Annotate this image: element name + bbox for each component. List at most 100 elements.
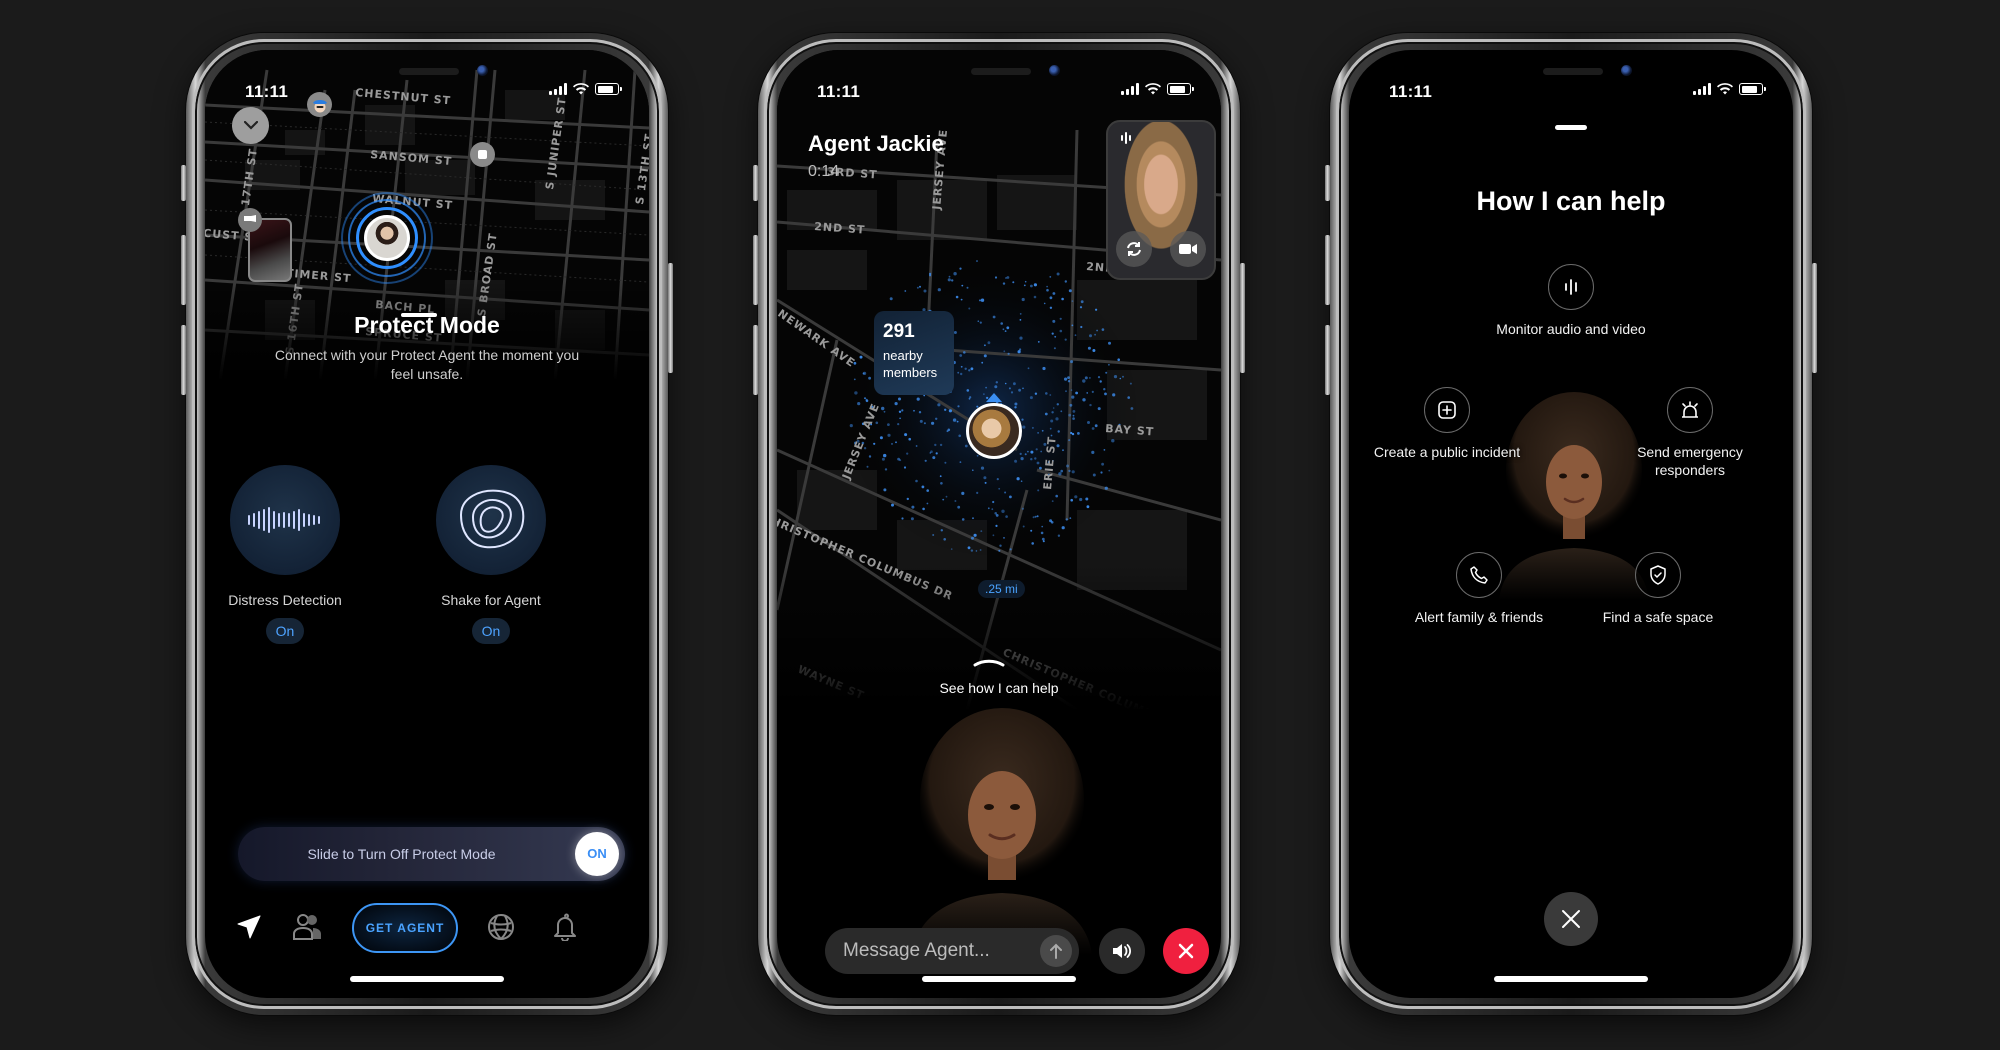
earpiece: [971, 68, 1031, 75]
message-field[interactable]: [825, 928, 1079, 974]
user-avatar: [364, 215, 410, 261]
showcase-stage: 11:11 Protect Mode Connect with your Pro…: [0, 0, 2000, 1050]
help-alert-family-friends[interactable]: Alert family & friends: [1404, 552, 1554, 626]
help-send-emergency-responders[interactable]: Send emergency responders: [1615, 387, 1765, 479]
status-time: 11:11: [245, 82, 289, 101]
user-location-avatar[interactable]: [966, 403, 1022, 459]
power-button: [1812, 263, 1817, 373]
incident-photo-pin[interactable]: [238, 208, 292, 282]
status-icons: [549, 83, 622, 95]
stop-icon: [478, 150, 487, 159]
notch: [1439, 50, 1703, 80]
help-item-label: Create a public incident: [1373, 444, 1521, 460]
home-indicator[interactable]: [922, 976, 1076, 982]
heading-arrow-icon: [986, 393, 1002, 402]
video-toggle-button[interactable]: [1170, 231, 1206, 267]
feature-shake-for-agent[interactable]: Shake for Agent On: [411, 465, 571, 644]
police-officer-icon: [312, 99, 327, 112]
find-safe-space-button[interactable]: [1635, 552, 1681, 598]
screen-agent-call: 11:11 Agent Jackie 0:14 291 nearby membe…: [777, 50, 1221, 998]
people-icon: [293, 914, 321, 940]
help-item-label: Find a safe space: [1602, 609, 1714, 625]
agent-video: [912, 708, 1092, 955]
sheet-handle[interactable]: [1555, 125, 1587, 130]
front-camera: [1049, 65, 1060, 76]
video-camera-icon: [1179, 244, 1197, 254]
tab-people[interactable]: [285, 897, 329, 957]
speaker-button[interactable]: [1099, 928, 1145, 974]
police-pin[interactable]: [307, 92, 332, 117]
get-agent-button[interactable]: GET AGENT: [352, 903, 458, 953]
volume-down-button: [1325, 325, 1330, 395]
help-find-safe-space[interactable]: Find a safe space: [1583, 552, 1733, 626]
help-create-public-incident[interactable]: Create a public incident: [1372, 387, 1522, 461]
help-monitor-audio-video[interactable]: Monitor audio and video: [1496, 264, 1646, 338]
shake-for-agent-toggle[interactable]: On: [472, 618, 510, 644]
tab-explore[interactable]: [479, 897, 523, 957]
see-how-i-can-help-link[interactable]: See how I can help: [777, 680, 1221, 696]
flip-camera-button[interactable]: [1116, 231, 1152, 267]
page-title: Protect Mode: [354, 312, 500, 338]
protect-mode-slider[interactable]: Slide to Turn Off Protect Mode ON: [238, 827, 625, 881]
arrow-up-icon: [1050, 943, 1062, 959]
mute-switch: [181, 165, 186, 201]
mute-switch: [753, 165, 758, 201]
alert-family-button[interactable]: [1456, 552, 1502, 598]
speaker-icon: [1113, 944, 1132, 958]
create-incident-button[interactable]: [1424, 387, 1470, 433]
feature-distress-detection[interactable]: Distress Detection On: [205, 465, 365, 644]
self-video-preview[interactable]: [1106, 120, 1216, 280]
phone-icon: [1470, 566, 1488, 584]
status-icons: [1121, 83, 1194, 95]
shake-rings-icon: [459, 489, 525, 549]
wifi-icon: [1145, 83, 1161, 95]
call-timer: 0:14: [808, 163, 840, 180]
stop-pin[interactable]: [470, 142, 495, 167]
help-item-label: Send emergency responders: [1637, 444, 1743, 478]
volume-up-button: [753, 235, 758, 305]
chevron-up-icon[interactable]: [973, 659, 1005, 667]
send-responders-button[interactable]: [1667, 387, 1713, 433]
end-call-button[interactable]: [1163, 928, 1209, 974]
distress-detection-toggle[interactable]: On: [266, 618, 304, 644]
collapse-button[interactable]: [232, 107, 269, 144]
nearby-members-badge: 291 nearby members: [874, 311, 954, 395]
cellular-signal-icon: [549, 83, 567, 95]
power-button: [668, 263, 673, 373]
chevron-down-icon: [243, 121, 258, 130]
close-icon: [1178, 943, 1194, 959]
shield-check-icon: [1650, 565, 1666, 585]
tab-notifications[interactable]: [543, 897, 587, 957]
flip-camera-icon: [1127, 242, 1141, 256]
page-title: How I can help: [1476, 186, 1666, 216]
globe-icon: [488, 914, 514, 940]
help-item-label: Monitor audio and video: [1496, 321, 1646, 337]
phone-how-i-can-help: 11:11 How I can help Monitor audio and v…: [1325, 33, 1817, 1015]
distance-radius-label: .25 mi: [978, 580, 1025, 598]
screen-protect-mode: 11:11 Protect Mode Connect with your Pro…: [205, 50, 649, 998]
mute-switch: [1325, 165, 1330, 201]
wifi-icon: [573, 83, 589, 95]
screen-how-i-can-help: 11:11 How I can help Monitor audio and v…: [1349, 50, 1793, 998]
status-time: 11:11: [1389, 82, 1433, 101]
agent-name: Agent Jackie: [808, 131, 944, 156]
front-camera: [1621, 65, 1632, 76]
tab-map[interactable]: [227, 897, 271, 957]
volume-up-button: [181, 235, 186, 305]
earpiece: [1543, 68, 1603, 75]
slider-knob[interactable]: ON: [575, 832, 619, 876]
phone-protect-mode: 11:11 Protect Mode Connect with your Pro…: [181, 33, 673, 1015]
user-location-marker[interactable]: [341, 192, 433, 284]
page-subtitle: Connect with your Protect Agent the mome…: [274, 347, 580, 382]
distress-detection-button[interactable]: [230, 465, 340, 575]
shake-for-agent-button[interactable]: [436, 465, 546, 575]
close-button[interactable]: [1544, 892, 1598, 946]
home-indicator[interactable]: [1494, 976, 1648, 982]
monitor-button[interactable]: [1548, 264, 1594, 310]
send-button[interactable]: [1040, 935, 1072, 967]
power-button: [1240, 263, 1245, 373]
plus-square-icon: [1438, 401, 1456, 419]
message-input[interactable]: [843, 928, 1023, 974]
home-indicator[interactable]: [350, 976, 504, 982]
members-count: 291: [883, 321, 915, 342]
